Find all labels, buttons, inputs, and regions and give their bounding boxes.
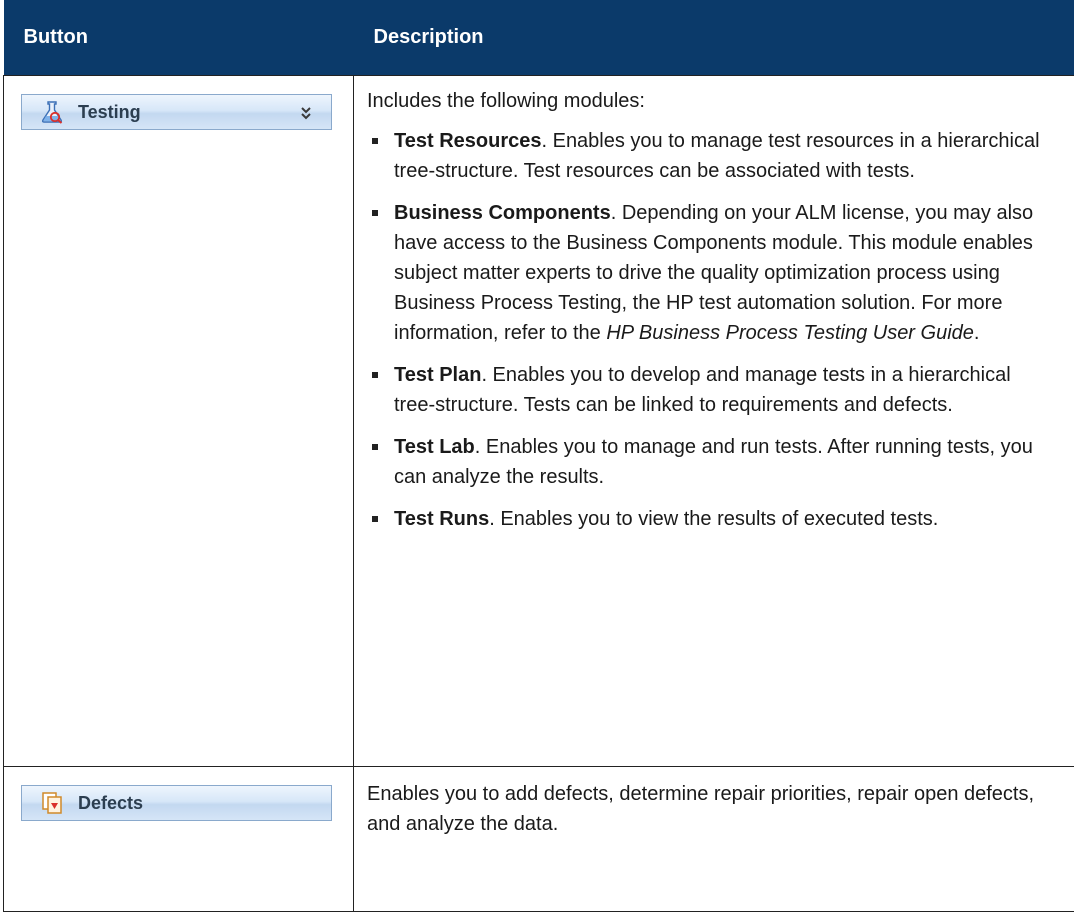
bullet-icon <box>372 516 378 522</box>
module-text: . Enables you to manage and run tests. A… <box>394 436 1033 488</box>
list-item: Test Runs. Enables you to view the resul… <box>367 504 1056 534</box>
defects-icon <box>40 791 64 815</box>
testing-button-label: Testing <box>78 97 141 127</box>
list-item: Test Resources. Enables you to manage te… <box>367 126 1056 186</box>
bullet-icon <box>372 210 378 216</box>
module-term: Test Runs <box>394 508 489 530</box>
defects-description: Enables you to add defects, determine re… <box>367 783 1034 835</box>
flask-icon <box>40 100 64 124</box>
testing-intro: Includes the following modules: <box>367 86 1056 116</box>
module-buttons-table: Button Description Testing <box>3 0 1074 912</box>
defects-button-label: Defects <box>78 788 143 818</box>
button-cell: Testing <box>4 76 354 767</box>
bullet-icon <box>372 138 378 144</box>
bullet-icon <box>372 444 378 450</box>
table-row: Defects Enables you to add defects, dete… <box>4 767 1074 912</box>
module-list: Test Resources. Enables you to manage te… <box>367 126 1056 534</box>
module-text-tail: . <box>974 322 980 344</box>
module-term: Test Resources <box>394 130 541 152</box>
table-row: Testing Includes the following modules: … <box>4 76 1074 767</box>
guide-reference: HP Business Process Testing User Guide <box>606 322 974 344</box>
table-header-row: Button Description <box>4 0 1074 76</box>
column-header-description: Description <box>354 0 1074 76</box>
list-item: Business Components. Depending on your A… <box>367 198 1056 348</box>
module-term: Test Lab <box>394 436 475 458</box>
bullet-icon <box>372 372 378 378</box>
testing-button[interactable]: Testing <box>21 94 332 130</box>
list-item: Test Plan. Enables you to develop and ma… <box>367 360 1056 420</box>
module-term: Business Components <box>394 202 611 224</box>
module-text: . Enables you to view the results of exe… <box>489 508 938 530</box>
list-item: Test Lab. Enables you to manage and run … <box>367 432 1056 492</box>
module-text: . Enables you to develop and manage test… <box>394 364 1011 416</box>
column-header-button: Button <box>4 0 354 76</box>
defects-button[interactable]: Defects <box>21 785 332 821</box>
button-cell: Defects <box>4 767 354 912</box>
module-term: Test Plan <box>394 364 481 386</box>
description-cell: Includes the following modules: Test Res… <box>354 76 1074 767</box>
double-chevron-down-icon <box>299 102 313 120</box>
description-cell: Enables you to add defects, determine re… <box>354 767 1074 912</box>
